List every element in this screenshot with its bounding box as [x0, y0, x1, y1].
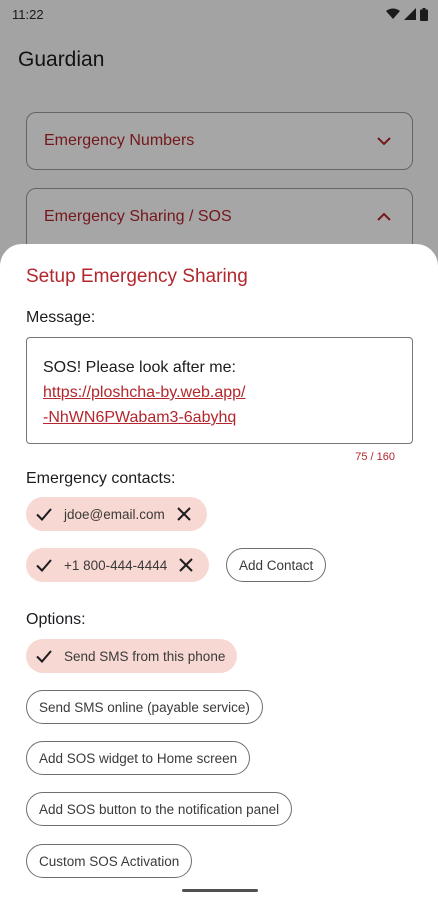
close-icon	[179, 558, 193, 572]
contact-chip[interactable]: jdoe@email.com	[26, 497, 207, 531]
close-icon	[177, 507, 191, 521]
remove-contact-button[interactable]	[173, 503, 195, 525]
options-label: Options:	[26, 611, 86, 628]
check-icon	[36, 559, 52, 572]
option-send-sms-online[interactable]: Send SMS online (payable service)	[26, 690, 263, 724]
sheet-title: Setup Emergency Sharing	[26, 266, 248, 287]
contact-label: +1 800-444-4444	[64, 557, 168, 573]
option-add-sos-widget[interactable]: Add SOS widget to Home screen	[26, 741, 251, 775]
contacts-label: Emergency contacts:	[26, 470, 176, 487]
check-icon	[36, 508, 52, 521]
remove-contact-button[interactable]	[175, 554, 197, 576]
message-link[interactable]: https://ploshcha-by.web.app/	[43, 380, 396, 405]
home-indicator[interactable]	[182, 889, 258, 892]
check-icon	[36, 650, 52, 663]
add-contact-button[interactable]: Add Contact	[226, 548, 327, 582]
message-text: SOS! Please look after me:	[43, 359, 236, 376]
message-label: Message:	[26, 309, 96, 326]
message-input[interactable]: SOS! Please look after me: https://plosh…	[26, 337, 413, 444]
contact-label: jdoe@email.com	[64, 506, 165, 522]
bottom-sheet: Setup Emergency Sharing Message: SOS! Pl…	[0, 244, 438, 900]
option-add-sos-notification[interactable]: Add SOS button to the notification panel	[26, 792, 293, 826]
option-send-sms-phone[interactable]: Send SMS from this phone	[26, 639, 238, 673]
message-link[interactable]: -NhWN6PWabam3-6abyhq	[43, 405, 396, 430]
contact-chip[interactable]: +1 800-444-4444	[26, 548, 210, 582]
char-counter: 75 / 160	[355, 451, 395, 463]
option-label: Send SMS from this phone	[64, 648, 226, 664]
option-custom-sos-activation[interactable]: Custom SOS Activation	[26, 844, 193, 878]
